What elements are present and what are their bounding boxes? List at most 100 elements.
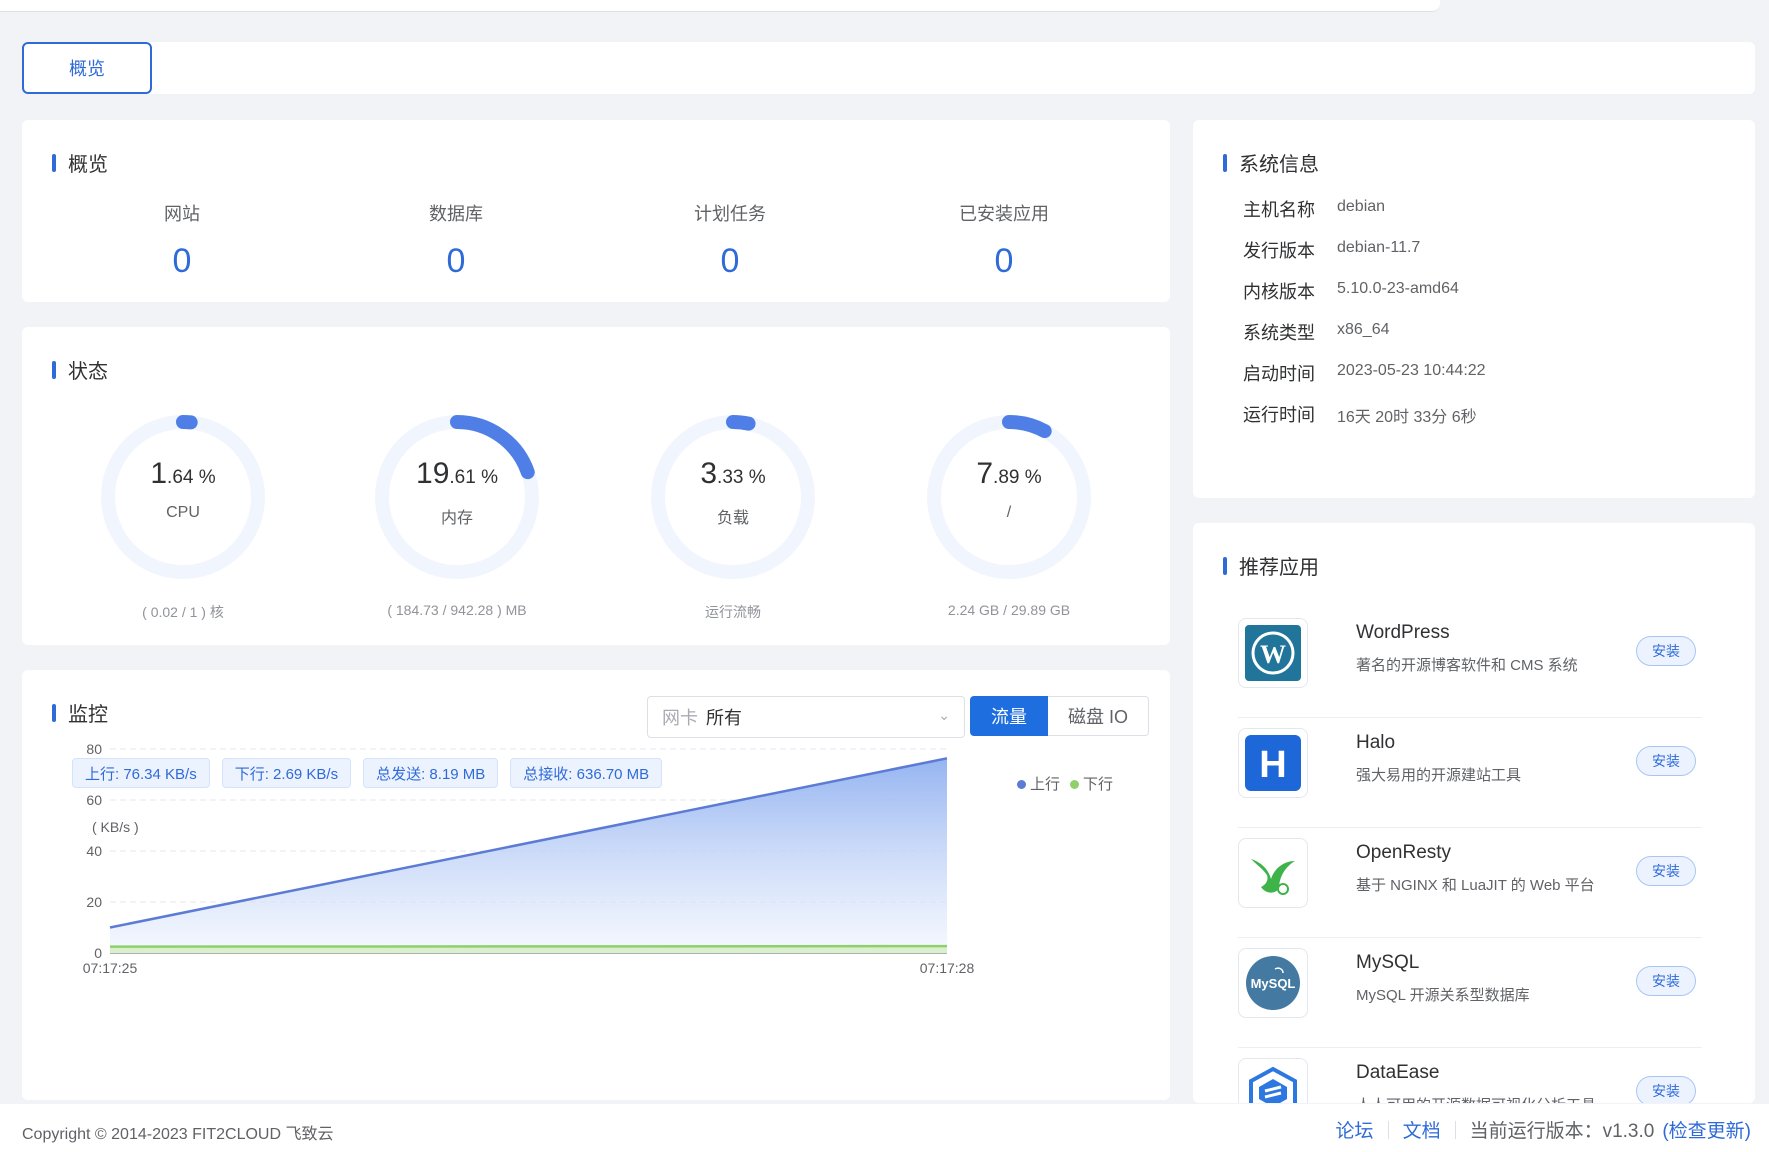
x-axis-ticks: 07:17:25 07:17:28	[83, 960, 975, 976]
footer: Copyright © 2014-2023 FIT2CLOUD 飞致云 论坛 文…	[0, 1104, 1769, 1152]
gauge-cpu[interactable]: 1.64 % CPU	[98, 412, 268, 582]
y-axis-label: ( KB/s )	[92, 819, 139, 835]
recommended-apps-card: 推荐应用 W WordPress 著名的开源博客软件和 CMS 系统 安装 H …	[1193, 523, 1755, 1103]
y-tick-label: 0	[94, 945, 102, 961]
app-item-openresty[interactable]: OpenResty 基于 NGINX 和 LuaJIT 的 Web 平台 安装	[1238, 828, 1702, 938]
monitor-card: 监控 网卡 所有 ⌄ 流量 磁盘 IO 上行: 76.34 KB/s 下行: 2…	[22, 670, 1170, 1100]
overview-label: 网站	[164, 204, 200, 224]
status-card: 状态 1.64 % CPU ( 0.02 / 1 ) 核 19.61 % 内存 …	[22, 327, 1170, 645]
install-button[interactable]: 安装	[1636, 966, 1696, 996]
gauge-memory[interactable]: 19.61 % 内存	[372, 412, 542, 582]
sysinfo-key: 发行版本	[1243, 241, 1315, 261]
sysinfo-value: debian-11.7	[1337, 239, 1421, 256]
gauge-sub-disk: 2.24 GB / 29.89 GB	[947, 602, 1071, 618]
gauge-value-int: 7	[976, 457, 994, 490]
docs-link[interactable]: 文档	[1403, 1116, 1441, 1143]
gauge-label: 内存	[440, 510, 473, 527]
y-tick-label: 60	[86, 792, 102, 808]
app-item-mysql[interactable]: MySQL MySQL MySQL 开源关系型数据库 安装	[1238, 938, 1702, 1048]
sysinfo-boot-time: 启动时间 2023-05-23 10:44:22	[1243, 360, 1486, 386]
gauge-value: 7.89 %	[924, 457, 1094, 491]
gauge-sub-memory: ( 184.73 / 942.28 ) MB	[387, 602, 527, 618]
install-button[interactable]: 安装	[1636, 1076, 1696, 1103]
overview-value[interactable]: 0	[356, 242, 556, 281]
sysinfo-value: 2023-05-23 10:44:22	[1337, 362, 1486, 379]
gauge-ring	[101, 415, 265, 579]
sysinfo-key: 运行时间	[1243, 405, 1315, 425]
gauge-ring	[651, 415, 815, 579]
gauge-ring	[375, 415, 539, 579]
sysinfo-key: 启动时间	[1243, 364, 1315, 384]
gauge-sub-load: 运行流畅	[705, 604, 761, 620]
overview-label: 已安装应用	[959, 204, 1049, 224]
app-name: WordPress	[1356, 622, 1450, 643]
sysinfo-value: 16天 20时 33分 6秒	[1337, 409, 1477, 426]
sysinfo-value: 5.10.0-23-amd64	[1337, 280, 1459, 297]
sysinfo-os: 发行版本 debian-11.7	[1243, 237, 1420, 263]
forum-link[interactable]: 论坛	[1336, 1116, 1374, 1143]
current-version: 当前运行版本：v1.3.0	[1469, 1121, 1655, 1142]
recommended-apps-title: 推荐应用	[1223, 551, 1319, 580]
traffic-chart: ( KB/s ) 0 20 40 60 80 07:17:25 07:17:28	[83, 741, 975, 976]
app-desc: MySQL 开源关系型数据库	[1356, 987, 1530, 1004]
app-item-dataease[interactable]: DataEase 人人可用的开源数据可视化分析工具 安装	[1238, 1048, 1702, 1103]
y-tick-label: 80	[86, 741, 102, 757]
series-area-up	[110, 758, 947, 953]
sysinfo-key: 主机名称	[1243, 200, 1315, 220]
app-name: DataEase	[1356, 1062, 1440, 1083]
app-desc: 著名的开源博客软件和 CMS 系统	[1356, 657, 1578, 674]
divider	[1454, 1120, 1456, 1139]
tab-bar: 概览	[22, 42, 1755, 94]
app-name: Halo	[1356, 732, 1396, 753]
browser-top-strip	[0, 0, 1769, 12]
svg-text:H: H	[1259, 744, 1286, 786]
app-item-halo[interactable]: H Halo 强大易用的开源建站工具 安装	[1238, 718, 1702, 828]
overview-cronjobs[interactable]: 计划任务 0	[630, 200, 830, 281]
mysql-icon: MySQL	[1238, 948, 1308, 1018]
sysinfo-value: x86_64	[1337, 321, 1390, 338]
sysinfo-key: 内核版本	[1243, 282, 1315, 302]
dataease-icon	[1238, 1058, 1308, 1103]
overview-title: 概览	[52, 148, 108, 177]
gauge-label: /	[1006, 504, 1012, 521]
wordpress-icon: W	[1238, 618, 1308, 688]
gauge-value: 3.33 %	[648, 457, 818, 491]
app-desc: 基于 NGINX 和 LuaJIT 的 Web 平台	[1356, 877, 1595, 894]
sysinfo-kernel: 内核版本 5.10.0-23-amd64	[1243, 278, 1459, 304]
overview-value[interactable]: 0	[82, 242, 282, 281]
gauge-disk[interactable]: 7.89 % /	[924, 412, 1094, 582]
app-item-wordpress[interactable]: W WordPress 著名的开源博客软件和 CMS 系统 安装	[1238, 608, 1702, 718]
overview-value[interactable]: 0	[630, 242, 830, 281]
y-tick-label: 40	[86, 843, 102, 859]
gauge-value-int: 3	[700, 457, 718, 490]
svg-text:MySQL: MySQL	[1251, 976, 1296, 991]
gauge-ring	[927, 415, 1091, 579]
check-update-link[interactable]: (检查更新)	[1662, 1116, 1751, 1143]
status-title: 状态	[52, 355, 108, 384]
y-tick-label: 20	[86, 894, 102, 910]
overview-installed-apps[interactable]: 已安装应用 0	[904, 200, 1104, 281]
divider	[1387, 1120, 1389, 1139]
sysinfo-arch: 系统类型 x86_64	[1243, 319, 1390, 345]
system-info-card: 系统信息 主机名称 debian 发行版本 debian-11.7 内核版本 5.10…	[1193, 120, 1755, 498]
gauge-sub-cpu: ( 0.02 / 1 ) 核	[142, 604, 224, 620]
overview-websites[interactable]: 网站 0	[82, 200, 282, 281]
gauge-value-int: 19	[416, 457, 450, 490]
install-button[interactable]: 安装	[1636, 636, 1696, 666]
gauge-label: CPU	[166, 504, 200, 521]
halo-icon: H	[1238, 728, 1308, 798]
tab-overview[interactable]: 概览	[22, 42, 152, 94]
app-name: OpenResty	[1356, 842, 1452, 863]
sysinfo-key: 系统类型	[1243, 323, 1315, 343]
system-info-title: 系统信息	[1223, 148, 1319, 177]
openresty-icon	[1238, 838, 1308, 908]
install-button[interactable]: 安装	[1636, 746, 1696, 776]
footer-links: 论坛 文档 当前运行版本：v1.3.0 (检查更新)	[1336, 1116, 1751, 1143]
copyright: Copyright © 2014-2023 FIT2CLOUD 飞致云	[22, 1126, 334, 1143]
overview-label: 计划任务	[694, 204, 766, 224]
gauge-value-dec: .61 %	[449, 467, 498, 488]
gauge-load[interactable]: 3.33 % 负载	[648, 412, 818, 582]
overview-databases[interactable]: 数据库 0	[356, 200, 556, 281]
install-button[interactable]: 安装	[1636, 856, 1696, 886]
overview-value[interactable]: 0	[904, 242, 1104, 281]
